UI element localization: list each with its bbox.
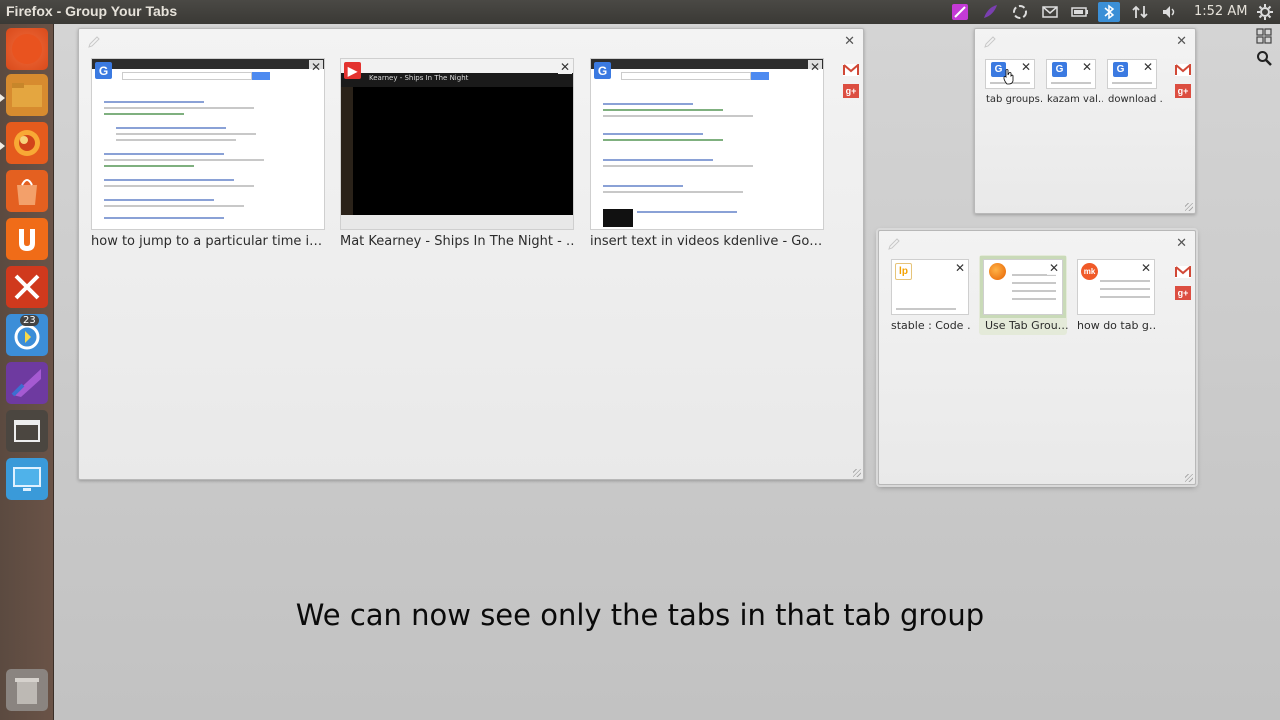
gear-icon[interactable] <box>1254 2 1276 22</box>
close-group-button[interactable]: ✕ <box>1176 237 1187 250</box>
tab-item[interactable]: G ✕ kazam val… <box>1046 59 1103 109</box>
firefox-favicon-icon <box>989 263 1006 280</box>
network-icon[interactable] <box>1129 2 1151 22</box>
window-title: Firefox - Group Your Tabs <box>6 3 178 19</box>
tab-item[interactable]: G ✕ download … <box>1107 59 1164 109</box>
tab-title: stable : Code … <box>891 319 971 332</box>
youtube-favicon-icon: ▶ <box>344 62 361 79</box>
feather-icon[interactable] <box>979 2 1001 22</box>
google-plus-icon[interactable]: g+ <box>1175 84 1191 98</box>
software-center-icon[interactable] <box>6 170 48 212</box>
volume-icon[interactable] <box>1159 2 1181 22</box>
google-favicon-icon: G <box>1113 62 1128 77</box>
gmail-icon[interactable] <box>1175 264 1191 278</box>
mouse-cursor-icon <box>1003 69 1014 85</box>
mail-icon[interactable] <box>1039 2 1061 22</box>
tab-title: insert text in videos kdenlive - Go… <box>590 234 823 249</box>
sync-icon[interactable] <box>1009 2 1031 22</box>
update-badge: 23 <box>20 315 39 326</box>
tab-item[interactable]: G ✕ insert text in videos kdenlive - Go… <box>590 58 824 249</box>
firefox-icon[interactable] <box>6 122 48 164</box>
trash-icon[interactable] <box>6 669 48 711</box>
close-tab-button[interactable]: ✕ <box>1139 261 1153 275</box>
close-group-button[interactable]: ✕ <box>1176 35 1187 48</box>
close-tab-button[interactable]: ✕ <box>808 60 822 74</box>
close-tab-button[interactable]: ✕ <box>1141 60 1155 74</box>
tab-item[interactable]: G ✕ how to jump to a particular time i… <box>91 58 325 249</box>
tab-title: tab groups… <box>986 94 1042 105</box>
tab-thumbnail <box>590 58 824 230</box>
resize-handle[interactable] <box>853 469 861 477</box>
tab-thumbnail: Kearney - Ships In The Night <box>340 58 574 230</box>
google-favicon-icon: G <box>95 62 112 79</box>
edit-group-name-icon[interactable] <box>983 35 997 49</box>
google-favicon-icon: G <box>1052 62 1067 77</box>
tab-item[interactable]: lp ✕ stable : Code … <box>891 259 971 334</box>
view-controls <box>1256 28 1276 66</box>
ubuntu-one-icon[interactable] <box>6 218 48 260</box>
tab-item[interactable]: mk ✕ how do tab g… <box>1077 259 1157 334</box>
battery-icon[interactable] <box>1069 2 1091 22</box>
close-tab-button[interactable]: ✕ <box>1080 60 1094 74</box>
edit-group-name-icon[interactable] <box>87 35 101 49</box>
tab-title: Mat Kearney - Ships In The Night - … <box>340 234 574 249</box>
app-tabs: g+ <box>843 61 861 98</box>
clock[interactable]: 1:52 AM <box>1194 4 1247 19</box>
google-plus-icon[interactable]: g+ <box>843 84 859 98</box>
app-tabs: g+ <box>1175 61 1193 98</box>
inkscape-icon[interactable] <box>6 362 48 404</box>
close-tab-button[interactable]: ✕ <box>1019 60 1033 74</box>
workspace-switcher-icon[interactable] <box>6 410 48 452</box>
dash-home-icon[interactable] <box>6 28 48 70</box>
tab-item[interactable]: Kearney - Ships In The Night ▶ ✕ Mat Kea… <box>340 58 574 249</box>
edit-group-name-icon[interactable] <box>887 237 901 251</box>
tab-title: download … <box>1108 94 1164 105</box>
tab-title: how do tab g… <box>1077 319 1157 332</box>
tab-item-selected[interactable]: ✕ Use Tab Grou… <box>979 255 1069 335</box>
resize-handle[interactable] <box>1185 203 1193 211</box>
app-tabs: g+ <box>1175 263 1193 300</box>
search-icon[interactable] <box>1256 50 1272 66</box>
tab-title: kazam val… <box>1047 94 1103 105</box>
close-tab-button[interactable]: ✕ <box>558 60 572 74</box>
tab-title: how to jump to a particular time i… <box>91 234 323 249</box>
system-settings-icon[interactable] <box>6 266 48 308</box>
close-tab-button[interactable]: ✕ <box>1047 261 1061 275</box>
launchpad-favicon-icon: lp <box>895 263 912 280</box>
google-favicon-icon: G <box>594 62 611 79</box>
close-tab-button[interactable]: ✕ <box>953 261 967 275</box>
top-panel: Firefox - Group Your Tabs 1:52 AM <box>0 0 1280 24</box>
tab-thumbnail <box>91 58 325 230</box>
makeuseof-favicon-icon: mk <box>1081 263 1098 280</box>
resize-handle[interactable] <box>1185 474 1193 482</box>
caption-subtitle: We can now see only the tabs in that tab… <box>295 598 985 632</box>
files-icon[interactable] <box>6 74 48 116</box>
color-picker-icon[interactable] <box>949 2 971 22</box>
tab-title: Use Tab Grou… <box>985 319 1069 332</box>
running-indicator <box>0 94 5 102</box>
close-group-button[interactable]: ✕ <box>844 35 855 48</box>
close-tab-button[interactable]: ✕ <box>309 60 323 74</box>
tab-group-3[interactable]: ✕ lp ✕ stable : Code … ✕ Use Tab Grou… m… <box>878 230 1196 485</box>
screenshot-icon[interactable] <box>6 458 48 500</box>
tab-group-2[interactable]: ✕ G ✕ tab groups… G ✕ kazam val… G ✕ dow… <box>974 28 1196 214</box>
bluetooth-icon[interactable] <box>1098 2 1120 22</box>
google-plus-icon[interactable]: g+ <box>1175 286 1191 300</box>
tab-group-1[interactable]: ✕ G ✕ how to jump to a particular time i… <box>78 28 864 480</box>
running-indicator <box>0 142 5 150</box>
gmail-icon[interactable] <box>1175 62 1191 76</box>
exit-group-view-icon[interactable] <box>1256 28 1272 44</box>
gmail-icon[interactable] <box>843 62 859 76</box>
